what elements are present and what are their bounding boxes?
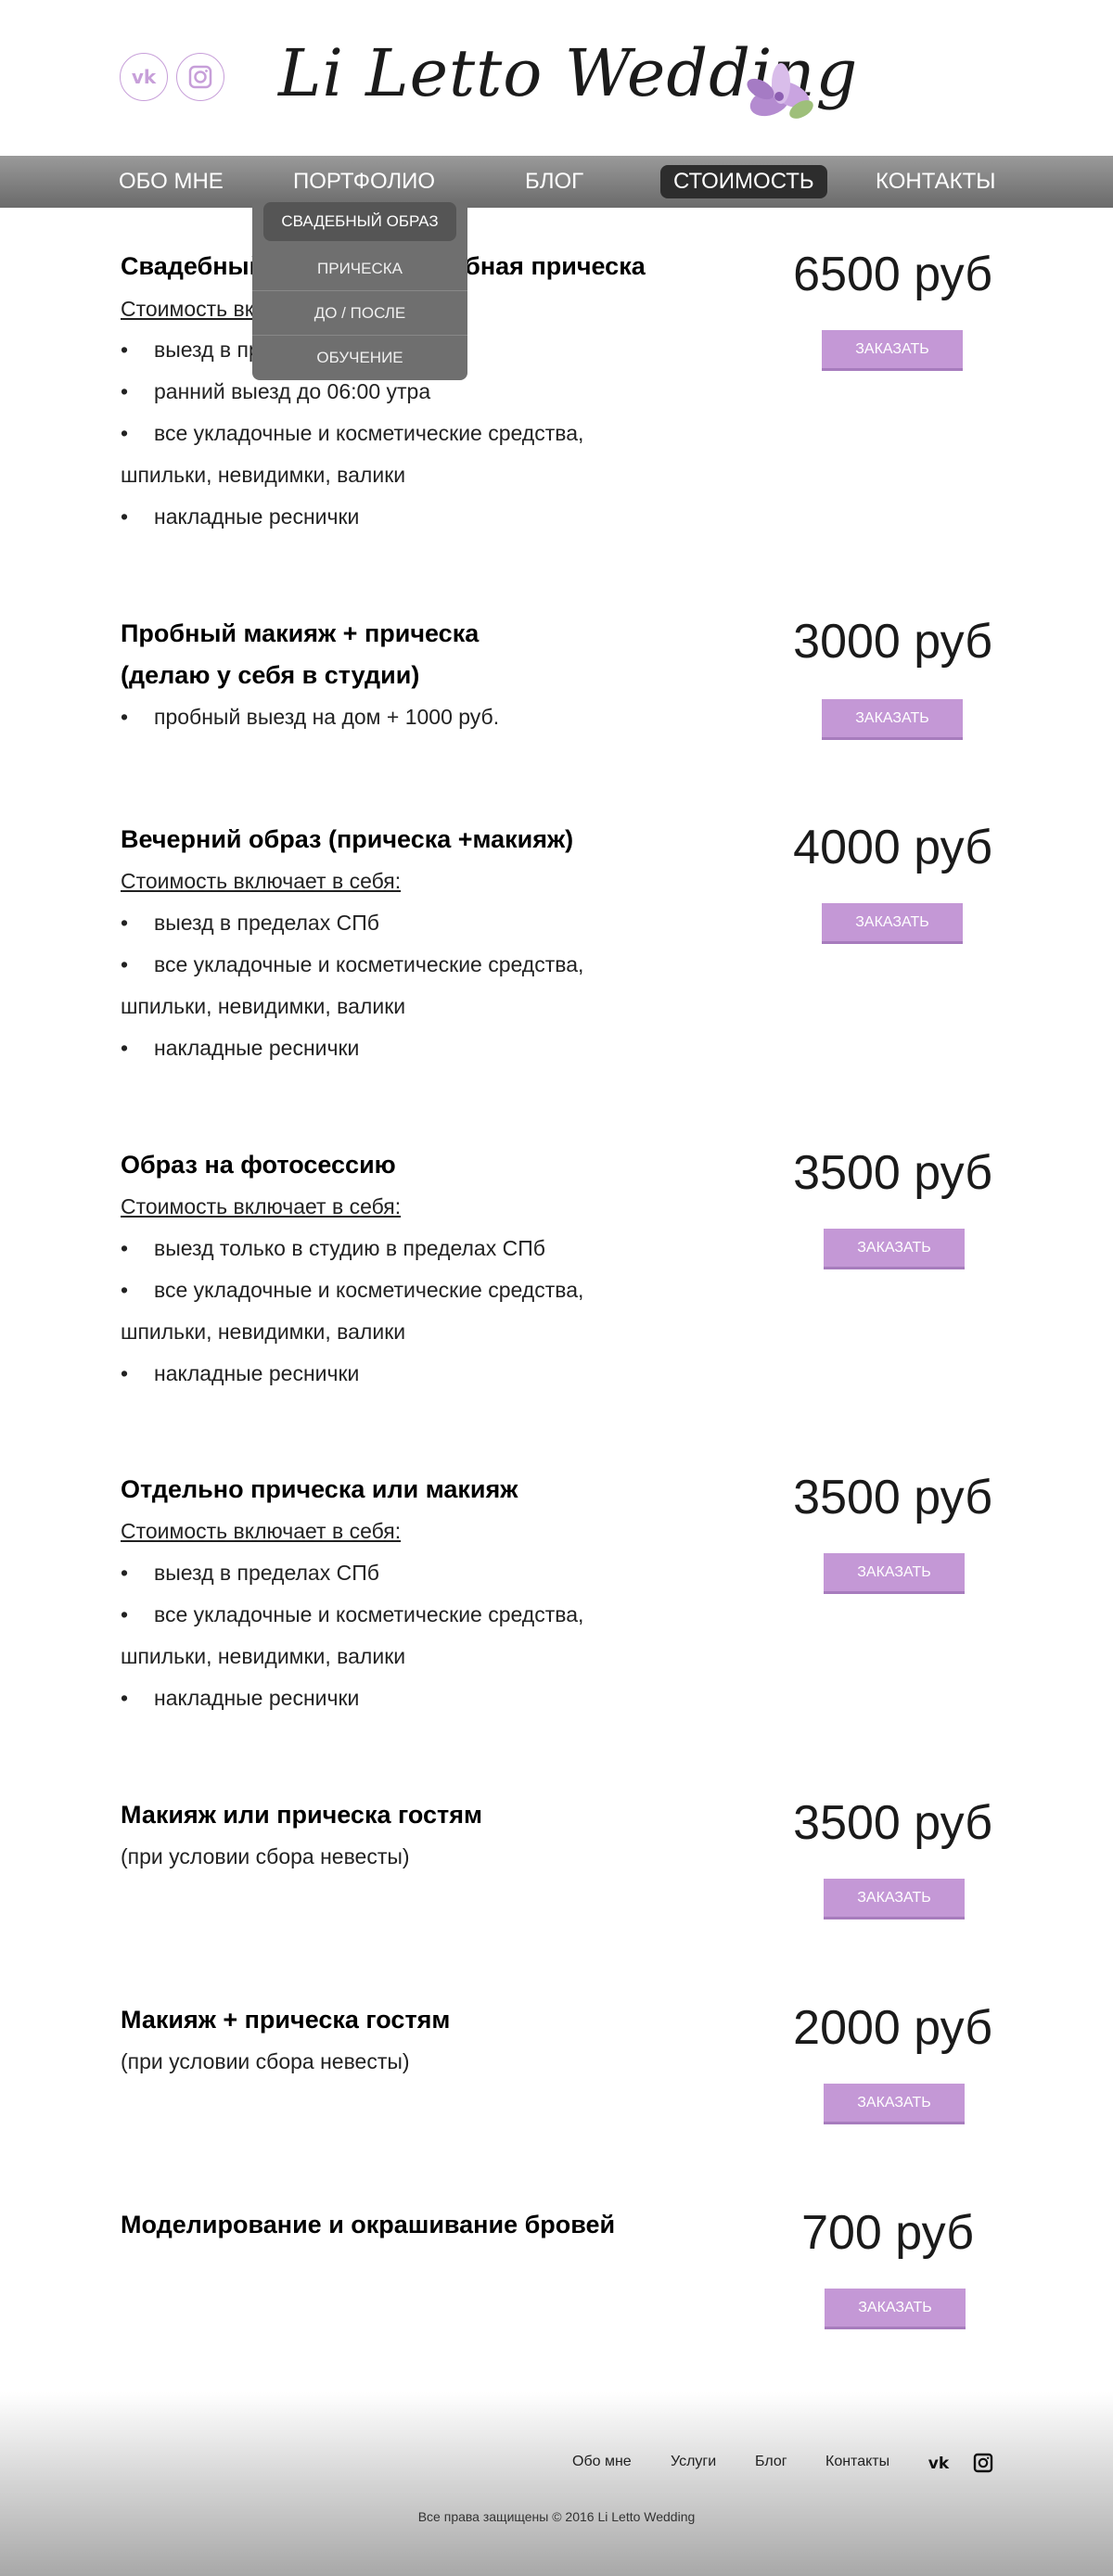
service-title: Вечерний образ (прическа +макияж) <box>121 825 574 853</box>
service-title: Макияж или прическа гостям <box>121 1801 482 1829</box>
nav-item-contacts[interactable]: КОНТАКТЫ <box>876 156 995 208</box>
vk-icon: vk <box>132 68 157 86</box>
svg-text:vk: vk <box>132 68 157 86</box>
footer-link-about[interactable]: Обо мне <box>572 2454 632 2470</box>
dropdown-item-before-after[interactable]: ДО / ПОСЛЕ <box>252 291 467 336</box>
price-value: 3500 руб <box>793 1471 992 1524</box>
includes-label: Стоимость включает в себя: <box>121 869 402 893</box>
nav-item-about[interactable]: ОБО МНЕ <box>119 156 224 208</box>
service-note: (при условии сбора невесты) <box>121 2049 410 2073</box>
order-button[interactable]: ЗАКАЗАТЬ <box>824 2084 965 2124</box>
list-item: • все укладочные и косметические средства… <box>121 1602 584 1626</box>
dropdown-item-wedding-look[interactable]: СВАДЕБНЫЙ ОБРАЗ <box>263 202 456 241</box>
site-footer: Обо мне Услуги Блог Контакты vk Все прав… <box>0 2392 1113 2576</box>
dropdown-item-hairstyle[interactable]: ПРИЧЕСКА <box>252 247 467 291</box>
list-item-continuation: шпильки, невидимки, валики <box>121 1644 406 1668</box>
lily-flower-icon <box>747 63 813 119</box>
price-value: 6500 руб <box>793 248 992 301</box>
list-item: • накладные реснички <box>121 1361 360 1385</box>
vk-link[interactable]: vk <box>120 53 168 101</box>
list-item: • все укладочные и косметические средства… <box>121 952 584 976</box>
list-item: • все укладочные и косметические средства… <box>121 1278 584 1302</box>
list-item: •выезд в пределах СПб <box>121 1561 379 1585</box>
order-button[interactable]: ЗАКАЗАТЬ <box>822 903 963 944</box>
order-button[interactable]: ЗАКАЗАТЬ <box>824 1879 965 1919</box>
list-item-continuation: шпильки, невидимки, валики <box>121 463 406 487</box>
includes-label: Стоимость включает в себя: <box>121 1194 402 1218</box>
service-note: (при условии сбора невесты) <box>121 1844 410 1868</box>
site-header: vk Li Letto Wedding <box>0 0 1113 156</box>
service-title: Отдельно прическа или макияж <box>121 1475 518 1503</box>
order-button[interactable]: ЗАКАЗАТЬ <box>824 1229 965 1269</box>
price-value: 2000 руб <box>793 2001 992 2055</box>
instagram-icon[interactable] <box>972 2452 994 2474</box>
order-button[interactable]: ЗАКАЗАТЬ <box>825 2289 966 2329</box>
service-title: Пробный макияж + прическа <box>121 619 480 647</box>
order-button[interactable]: ЗАКАЗАТЬ <box>822 330 963 371</box>
dropdown-item-training[interactable]: ОБУЧЕНИЕ <box>252 336 467 380</box>
service-title-line2: (делаю у себя в студии) <box>121 661 420 689</box>
price-value: 3000 руб <box>793 615 992 669</box>
price-value: 700 руб <box>801 2206 974 2260</box>
service-title: Моделирование и окрашивание бровей <box>121 2211 616 2238</box>
footer-link-contacts[interactable]: Контакты <box>825 2454 889 2470</box>
list-item: • накладные реснички <box>121 1036 360 1060</box>
nav-item-blog[interactable]: БЛОГ <box>525 156 583 208</box>
site-logo[interactable]: Li Letto Wedding <box>278 19 857 139</box>
list-item: • все укладочные и косметические средства… <box>121 421 584 445</box>
nav-item-portfolio[interactable]: ПОРТФОЛИО <box>293 156 435 208</box>
order-button[interactable]: ЗАКАЗАТЬ <box>822 699 963 740</box>
svg-text:vk: vk <box>928 2455 950 2473</box>
vk-icon[interactable]: vk <box>928 2452 950 2474</box>
list-item-continuation: шпильки, невидимки, валики <box>121 994 406 1018</box>
list-item-continuation: шпильки, невидимки, валики <box>121 1320 406 1344</box>
instagram-link[interactable] <box>176 53 224 101</box>
nav-item-prices[interactable]: СТОИМОСТЬ <box>660 165 827 198</box>
footer-link-blog[interactable]: Блог <box>755 2454 787 2470</box>
footer-link-services[interactable]: Услуги <box>671 2454 716 2470</box>
list-item: • ранний выезд до 06:00 утра <box>121 379 431 403</box>
instagram-icon <box>188 65 212 89</box>
main-nav: ОБО МНЕ ПОРТФОЛИО БЛОГ СТОИМОСТЬ КОНТАКТ… <box>0 156 1113 208</box>
portfolio-dropdown: СВАДЕБНЫЙ ОБРАЗ ПРИЧЕСКА ДО / ПОСЛЕ ОБУЧ… <box>252 202 467 380</box>
list-item: • накладные реснички <box>121 1686 360 1710</box>
list-item: •выезд в пределах СПб <box>121 911 379 935</box>
copyright-text: Все права защищены © 2016 Li Letto Weddi… <box>417 2509 696 2524</box>
list-item: • выезд только в студию в пределах СПб <box>121 1236 545 1260</box>
price-value: 3500 руб <box>793 1796 992 1850</box>
service-title: Макияж + прическа гостям <box>121 2006 451 2034</box>
price-value: 4000 руб <box>793 821 992 874</box>
price-value: 3500 руб <box>793 1146 992 1200</box>
service-title: Образ на фотосессию <box>121 1151 396 1179</box>
order-button[interactable]: ЗАКАЗАТЬ <box>824 1553 965 1594</box>
includes-label: Стоимость включает в себя: <box>121 1519 402 1543</box>
list-item: • накладные реснички <box>121 504 360 529</box>
list-item: • пробный выезд на дом + 1000 руб. <box>121 705 500 729</box>
